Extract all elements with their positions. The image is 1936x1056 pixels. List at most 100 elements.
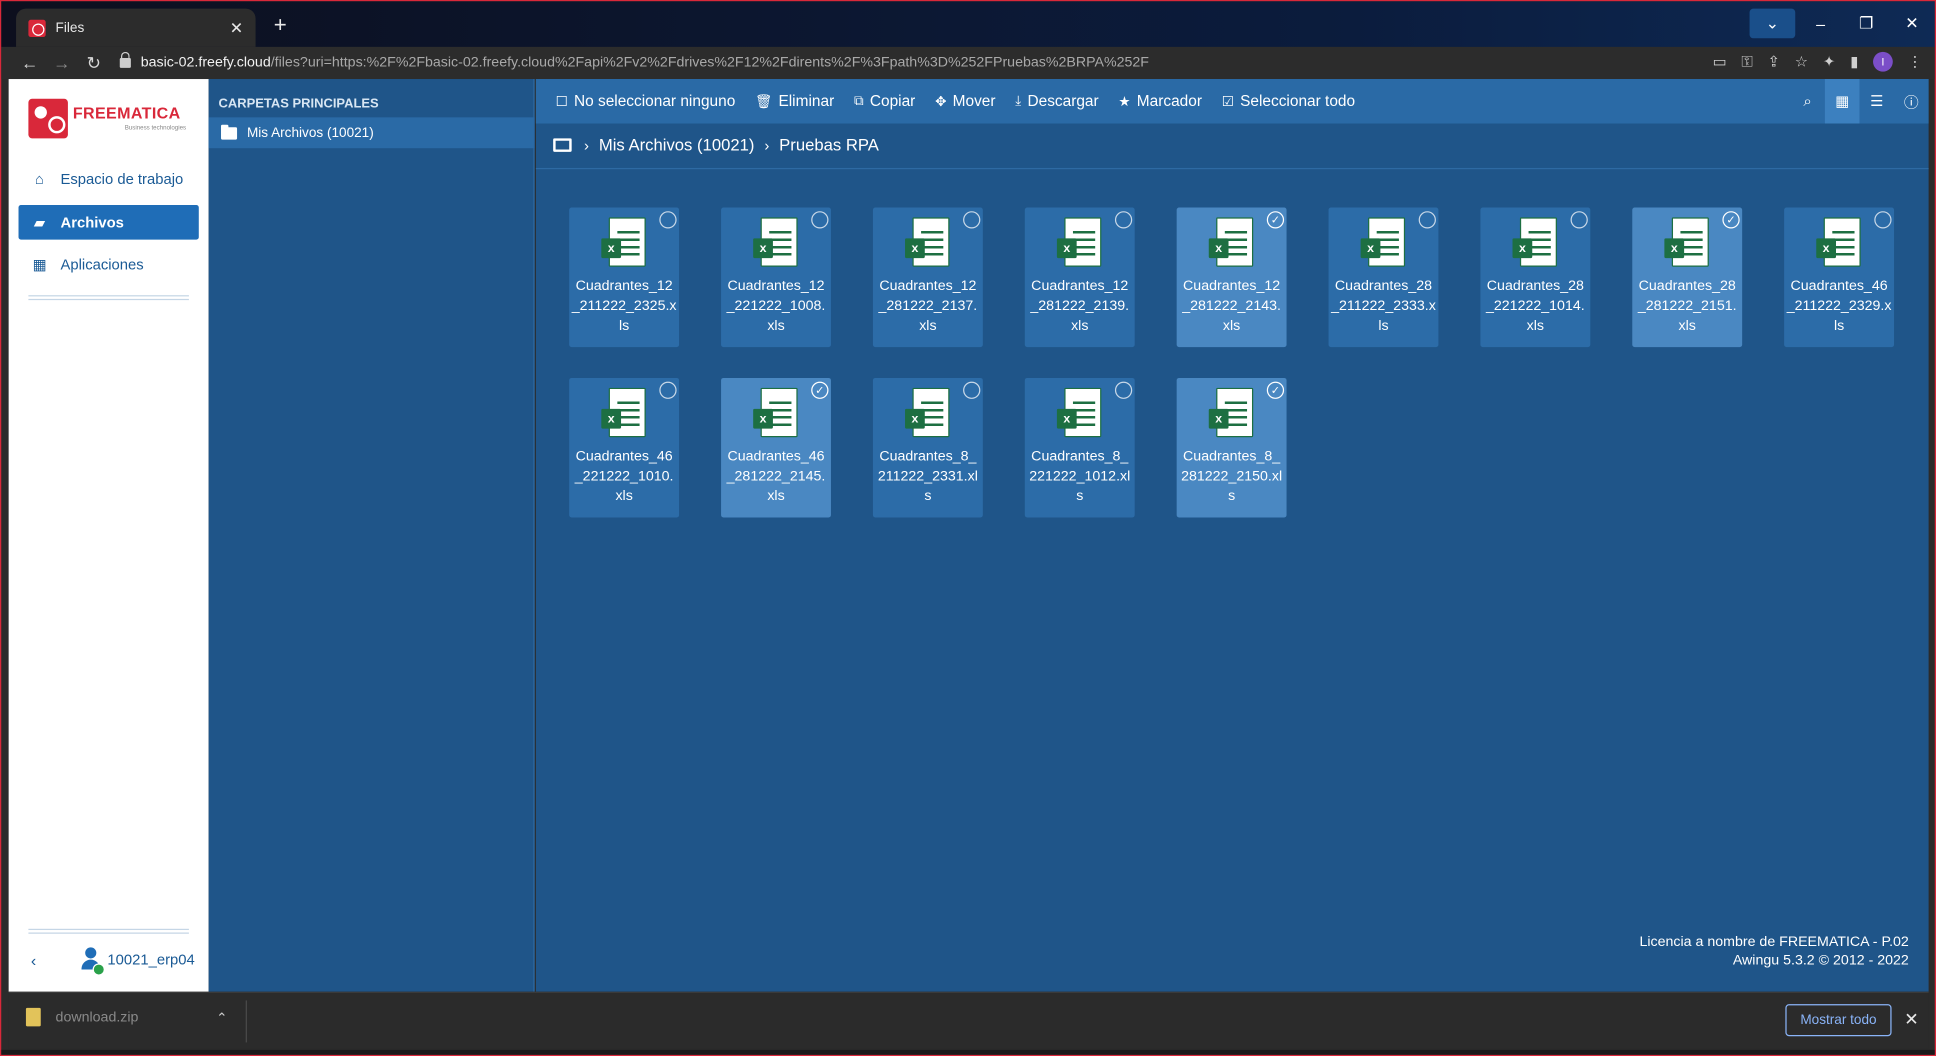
excel-file-icon: x bbox=[601, 217, 646, 269]
button-label: Seleccionar todo bbox=[1240, 92, 1356, 110]
breadcrumb-current-folder[interactable]: Pruebas RPA bbox=[779, 136, 879, 155]
file-tile[interactable]: x Cuadrantes_46_221222_1010.xls bbox=[569, 377, 680, 518]
extensions-icon[interactable]: ✦ bbox=[1823, 53, 1835, 70]
select-all-button[interactable]: ☑ Seleccionar todo bbox=[1222, 93, 1355, 110]
checked-circle-icon[interactable]: ✓ bbox=[811, 381, 829, 399]
file-tile[interactable]: ✓ x Cuadrantes_8_281222_2150.xls bbox=[1176, 377, 1287, 518]
browser-tab[interactable]: Files ✕ bbox=[16, 8, 256, 47]
download-button[interactable]: ⤓ Descargar bbox=[1015, 93, 1098, 110]
collapse-sidebar-icon[interactable]: ‹ bbox=[31, 951, 36, 970]
back-button[interactable]: ← bbox=[14, 53, 46, 73]
file-tile[interactable]: x Cuadrantes_28_211222_2333.xls bbox=[1328, 207, 1439, 348]
view-controls: ⌕ ▦ ☰ ⓘ bbox=[1790, 79, 1929, 124]
nav-item-label: Archivos bbox=[60, 213, 124, 231]
file-tile[interactable]: x Cuadrantes_12_221222_1008.xls bbox=[721, 207, 831, 348]
download-item[interactable]: download.zip bbox=[25, 1007, 138, 1027]
new-tab-button[interactable]: + bbox=[268, 12, 293, 38]
save-page-icon[interactable]: ▭ bbox=[1713, 53, 1727, 70]
address-bar[interactable]: basic-02.freefy.cloud /files?uri=https:%… bbox=[119, 49, 1807, 76]
copy-button[interactable]: ⧉ Copiar bbox=[854, 93, 915, 110]
select-circle-icon[interactable] bbox=[659, 211, 677, 229]
excel-file-icon: x bbox=[905, 387, 950, 440]
share-icon[interactable]: ⇪ bbox=[1767, 53, 1779, 70]
menu-icon[interactable]: ⋮ bbox=[1908, 53, 1923, 70]
select-circle-icon[interactable] bbox=[963, 211, 981, 229]
reload-button[interactable]: ↻ bbox=[78, 52, 110, 73]
nav-item-files[interactable]: ▰ Archivos bbox=[18, 205, 199, 240]
chevron-right-icon: › bbox=[584, 136, 589, 154]
file-name: Cuadrantes_12_221222_1008.xls bbox=[726, 279, 826, 334]
show-all-downloads-button[interactable]: Mostrar todo bbox=[1785, 1004, 1892, 1037]
button-label: Descargar bbox=[1027, 92, 1099, 110]
select-circle-icon[interactable] bbox=[659, 381, 677, 399]
tree-item-label: Mis Archivos (10021) bbox=[246, 125, 374, 141]
select-circle-icon[interactable] bbox=[1114, 381, 1133, 399]
file-browser: ☐ No seleccionar ninguno 🗑 Eliminar ⧉ Copia… bbox=[535, 79, 1929, 992]
grid-view-icon[interactable]: ▦ bbox=[1824, 79, 1860, 124]
star-icon[interactable]: ☆ bbox=[1795, 53, 1808, 70]
nav-item-workspace[interactable]: ⌂ Espacio de trabajo bbox=[19, 162, 199, 197]
move-button[interactable]: ✥ Mover bbox=[935, 93, 995, 110]
file-tile[interactable]: x Cuadrantes_8_211222_2331.xls bbox=[872, 377, 983, 518]
deselect-all-button[interactable]: ☐ No seleccionar ninguno bbox=[556, 93, 736, 110]
screen: Files ✕ + ⌄ – ❐ ✕ ← → ↻ basic-02.freefy.… bbox=[0, 0, 1936, 1056]
chevron-up-icon[interactable]: ⌃ bbox=[216, 1010, 227, 1027]
info-icon[interactable]: ⓘ bbox=[1894, 79, 1929, 123]
checked-circle-icon[interactable]: ✓ bbox=[1266, 211, 1285, 229]
restore-button[interactable]: ❐ bbox=[1843, 9, 1889, 39]
file-tile[interactable]: x Cuadrantes_12_211222_2325.xls bbox=[569, 207, 680, 348]
excel-file-icon: x bbox=[1512, 217, 1557, 269]
button-label: Eliminar bbox=[778, 92, 835, 110]
file-tile[interactable]: x Cuadrantes_28_221222_1014.xls bbox=[1480, 207, 1591, 348]
checked-circle-icon[interactable]: ✓ bbox=[1722, 211, 1740, 229]
tab-close-icon[interactable]: ✕ bbox=[230, 18, 243, 38]
logo-text: FREEMATICA bbox=[72, 103, 181, 123]
minimize-button[interactable]: – bbox=[1798, 9, 1844, 39]
file-tile[interactable]: ✓ x Cuadrantes_12_281222_2143.xls bbox=[1176, 207, 1287, 348]
excel-file-icon: x bbox=[1208, 387, 1254, 440]
delete-button[interactable]: 🗑 Eliminar bbox=[755, 93, 834, 110]
bookmark-button[interactable]: ★ Marcador bbox=[1118, 93, 1202, 110]
browser-toolbar: ← → ↻ basic-02.freefy.cloud /files?uri=h… bbox=[1, 46, 1935, 80]
file-name: Cuadrantes_28_281222_2151.xls bbox=[1637, 279, 1737, 334]
excel-file-icon: x bbox=[601, 387, 646, 440]
file-tile[interactable]: x Cuadrantes_8_221222_1012.xls bbox=[1024, 377, 1135, 518]
file-tile[interactable]: ✓ x Cuadrantes_46_281222_2145.xls bbox=[721, 377, 831, 518]
close-window-button[interactable]: ✕ bbox=[1889, 9, 1935, 39]
nav-item-applications[interactable]: ▦ Aplicaciones bbox=[19, 247, 199, 282]
search-icon[interactable]: ⌕ bbox=[1790, 79, 1825, 123]
excel-file-icon: x bbox=[1056, 217, 1102, 269]
select-circle-icon[interactable] bbox=[1114, 211, 1133, 229]
select-circle-icon[interactable] bbox=[811, 211, 829, 229]
checked-circle-icon[interactable]: ✓ bbox=[1266, 381, 1285, 399]
file-toolbar: ☐ No seleccionar ninguno 🗑 Eliminar ⧉ Copia… bbox=[535, 79, 1929, 124]
file-tile[interactable]: x Cuadrantes_12_281222_2139.xls bbox=[1024, 207, 1135, 348]
side-panel-icon[interactable]: ▮ bbox=[1850, 53, 1858, 70]
lock-icon[interactable] bbox=[119, 51, 131, 68]
select-circle-icon[interactable] bbox=[1874, 211, 1892, 229]
file-name: Cuadrantes_8_281222_2150.xls bbox=[1181, 449, 1283, 504]
left-navigation: FREEMATICA Business technologies ⌂ Espac… bbox=[8, 79, 209, 992]
file-tile[interactable]: ✓ x Cuadrantes_28_281222_2151.xls bbox=[1632, 207, 1743, 348]
url-host: basic-02.freefy.cloud bbox=[140, 55, 271, 71]
file-name: Cuadrantes_28_221222_1014.xls bbox=[1485, 279, 1585, 334]
select-circle-icon[interactable] bbox=[963, 381, 981, 399]
close-icon[interactable]: ✕ bbox=[1904, 1009, 1918, 1030]
nav-divider bbox=[28, 928, 189, 931]
file-tile[interactable]: x Cuadrantes_12_281222_2137.xls bbox=[872, 207, 983, 348]
select-circle-icon[interactable] bbox=[1570, 211, 1588, 229]
file-tile[interactable]: x Cuadrantes_46_211222_2329.xls bbox=[1784, 207, 1895, 348]
user-name[interactable]: 10021_erp04 bbox=[107, 951, 194, 968]
list-view-icon[interactable]: ☰ bbox=[1859, 79, 1894, 123]
tree-item-my-files[interactable]: Mis Archivos (10021) bbox=[208, 117, 535, 149]
key-icon[interactable]: ⚿ bbox=[1741, 52, 1752, 71]
folder-tree-heading: CARPETAS PRINCIPALES bbox=[218, 96, 379, 112]
file-name: Cuadrantes_46_211222_2329.xls bbox=[1786, 279, 1892, 334]
select-circle-icon[interactable] bbox=[1418, 211, 1436, 229]
breadcrumb-my-files[interactable]: Mis Archivos (10021) bbox=[599, 136, 755, 155]
profile-avatar[interactable]: I bbox=[1873, 51, 1893, 72]
license-info: Licencia a nombre de FREEMATICA - P.02 A… bbox=[1639, 934, 1908, 971]
folder-open-icon[interactable] bbox=[553, 138, 572, 152]
forward-button[interactable]: → bbox=[46, 53, 78, 73]
tab-search-button[interactable]: ⌄ bbox=[1749, 8, 1796, 39]
